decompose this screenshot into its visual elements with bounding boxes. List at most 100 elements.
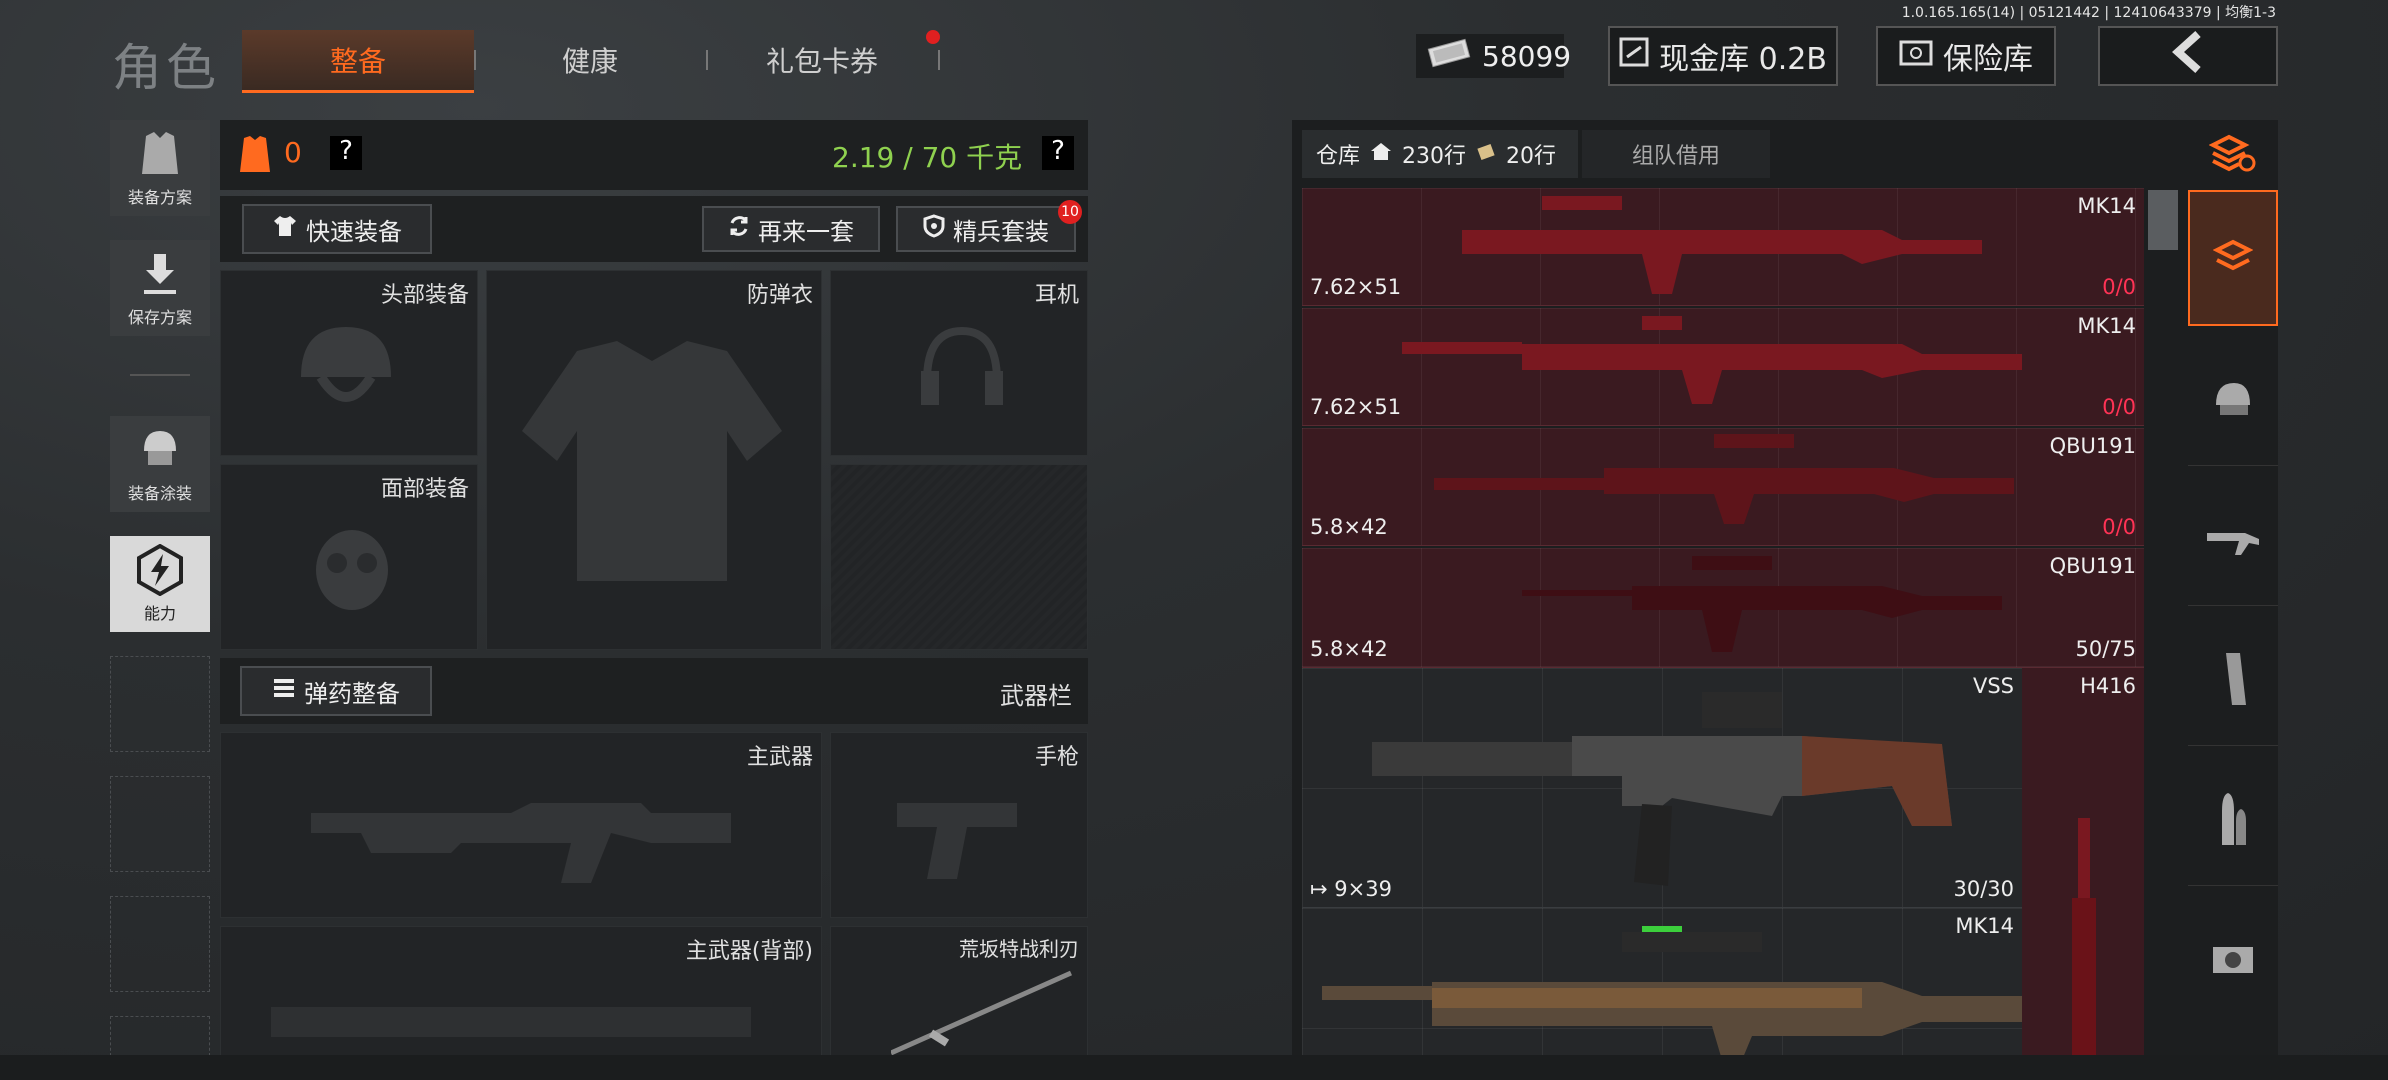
empty-menu-slot xyxy=(110,896,210,992)
item-name: QBU191 xyxy=(2049,434,2136,458)
melee-slot[interactable]: 荒坂特战利刃 xyxy=(830,926,1088,1056)
item-ammo: 0/0 xyxy=(2102,395,2136,419)
quick-equip-button[interactable]: 快速装备 xyxy=(242,204,432,254)
tab-gift[interactable]: 礼包卡券 xyxy=(706,30,938,90)
face-slot[interactable]: 面部装备 xyxy=(220,464,478,650)
primary-weapon-slot[interactable]: 主武器 xyxy=(220,732,822,918)
ammo-icon xyxy=(272,676,296,706)
head-slot-label: 头部装备 xyxy=(380,283,469,308)
item-name: VSS xyxy=(1972,674,2014,698)
menu-divider xyxy=(130,374,190,376)
inventory-item[interactable]: MK14 7.62×51 0/0 xyxy=(1302,308,2144,426)
notification-dot xyxy=(926,30,940,44)
ability-label: 能力 xyxy=(143,604,176,623)
helmet-icon xyxy=(2212,379,2254,423)
sniper-rifle-icon xyxy=(1522,556,2002,660)
weight-help-button[interactable]: ? xyxy=(1042,136,1074,170)
weapon-bar-label: 武器栏 xyxy=(1000,682,1072,710)
rifle-back-silhouette-icon xyxy=(271,977,771,1061)
swap-stack-button[interactable] xyxy=(2188,120,2278,190)
inventory-item[interactable]: MK14 7.62×51 0/0 xyxy=(1302,188,2144,306)
headset-slot[interactable]: 耳机 xyxy=(830,270,1088,456)
safe-label: 保险库 xyxy=(1943,42,2033,77)
sight-icon xyxy=(2209,939,2257,983)
lightning-hex-icon xyxy=(132,544,188,596)
swap-stack-icon xyxy=(2208,133,2257,177)
shield-icon xyxy=(923,214,945,244)
item-caliber: 5.8×42 xyxy=(1310,637,1388,661)
inventory-item[interactable]: QBU191 5.8×42 0/0 xyxy=(1302,428,2144,546)
cash-vault-button[interactable]: 现金库 0.2B xyxy=(1608,26,1838,86)
warehouse-tab[interactable]: 仓库 230行 20行 xyxy=(1302,130,1578,178)
inventory-scrollbar[interactable] xyxy=(2148,190,2178,250)
equipment-paint-button[interactable]: 装备涂装 xyxy=(110,416,210,512)
inventory-item[interactable]: QBU191 5.8×42 50/75 xyxy=(1302,548,2144,668)
sniper-rifle-icon xyxy=(1462,194,1982,298)
home-icon xyxy=(1370,141,1392,167)
item-name: QBU191 xyxy=(2049,554,2136,578)
back-button[interactable] xyxy=(2098,26,2278,86)
save-plan-button[interactable]: 保存方案 xyxy=(110,240,210,336)
category-rifle[interactable] xyxy=(2188,476,2278,606)
currency-display: 58099 xyxy=(1416,34,1571,78)
item-ammo: 0/0 xyxy=(2102,515,2136,539)
bullets-icon xyxy=(2216,791,2250,851)
sniper-rifle-icon xyxy=(1402,314,2022,428)
loadout-plan-label: 装备方案 xyxy=(127,188,192,207)
item-ammo: 30/30 xyxy=(1953,877,2014,901)
page-title: 角色 xyxy=(112,39,220,97)
pistol-slot[interactable]: 手枪 xyxy=(830,732,1088,918)
inventory-item-vss[interactable]: VSS ↦ 9×39 30/30 xyxy=(1302,668,2022,908)
primary-back-label: 主武器(背部) xyxy=(685,939,813,964)
loadout-plan-button[interactable]: 装备方案 xyxy=(110,120,210,216)
item-caliber: 7.62×51 xyxy=(1310,395,1402,419)
safe-button[interactable]: 保险库 xyxy=(1876,26,2056,86)
item-name: MK14 xyxy=(2077,194,2136,218)
vest-icon xyxy=(132,128,188,180)
item-ammo: 0/0 xyxy=(2102,275,2136,299)
ticket-icon xyxy=(1476,142,1496,167)
category-all[interactable] xyxy=(2188,190,2278,326)
item-caliber: 9×39 xyxy=(1334,877,1392,901)
pistol-slot-label: 手枪 xyxy=(1034,745,1079,770)
armor-slot[interactable]: 防弹衣 xyxy=(486,270,822,650)
vss-rifle-icon xyxy=(1372,686,1952,900)
category-helmet[interactable] xyxy=(2188,336,2278,466)
eject-icon: ↦ xyxy=(1310,877,1328,901)
chevron-left-icon xyxy=(2168,30,2208,82)
primary-back-slot[interactable]: 主武器(背部) xyxy=(220,926,822,1056)
loadout-status-bar: 0 ? 2.19 / 70 千克 ? xyxy=(220,120,1088,190)
category-magazine[interactable] xyxy=(2188,616,2278,746)
tab-health[interactable]: 健康 xyxy=(474,30,706,90)
ability-button[interactable]: 能力 xyxy=(110,536,210,632)
melee-slot-label: 荒坂特战利刃 xyxy=(959,937,1079,961)
cash-icon xyxy=(1426,38,1472,75)
category-bullets[interactable] xyxy=(2188,756,2278,886)
inventory-item-mk14-tan[interactable]: MK14 xyxy=(1302,908,2022,1060)
inventory-item-h416[interactable]: H416 xyxy=(2022,668,2144,1060)
rifle-icon xyxy=(2205,521,2261,561)
empty-slot xyxy=(830,464,1088,650)
save-plan-label: 保存方案 xyxy=(127,308,192,327)
again-set-button[interactable]: 再来一套 xyxy=(702,206,880,252)
category-sight[interactable] xyxy=(2188,896,2278,1026)
stack-icon xyxy=(2212,236,2254,280)
empty-menu-slot xyxy=(110,656,210,752)
download-icon xyxy=(132,248,188,300)
help-button[interactable]: ? xyxy=(330,136,362,170)
head-slot[interactable]: 头部装备 xyxy=(220,270,478,456)
safe-icon xyxy=(1899,39,1933,74)
team-borrow-tab[interactable]: 组队借用 xyxy=(1582,130,1770,178)
primary-weapon-label: 主武器 xyxy=(746,745,813,770)
ammo-equip-button[interactable]: 弹药整备 xyxy=(240,666,432,716)
elite-set-button[interactable]: 精兵套装 xyxy=(896,206,1076,252)
item-caliber-row: ↦ 9×39 xyxy=(1310,877,1392,901)
sniper-rifle-icon xyxy=(1434,434,2014,538)
item-caliber: 5.8×42 xyxy=(1310,515,1388,539)
equipment-paint-label: 装备涂装 xyxy=(127,484,192,503)
tab-equip[interactable]: 整备 xyxy=(242,30,474,93)
rifle-vertical-icon xyxy=(2066,818,2106,1062)
armor-slot-label: 防弹衣 xyxy=(746,283,813,308)
headset-icon xyxy=(917,321,1007,425)
quick-equip-label: 快速装备 xyxy=(306,217,402,246)
